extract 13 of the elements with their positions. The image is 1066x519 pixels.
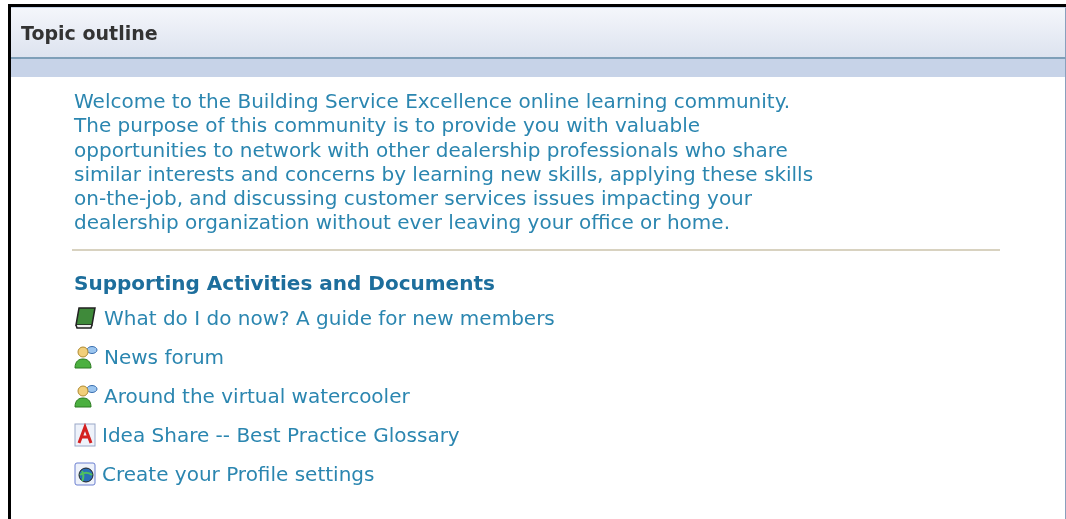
people-icon (74, 384, 98, 409)
activity-link[interactable]: Create your Profile settings (102, 462, 375, 487)
people-icon (74, 345, 98, 370)
panel-title: Topic outline (21, 21, 158, 44)
document-icon (74, 423, 96, 448)
book-icon (74, 306, 98, 331)
globe-document-icon (74, 462, 96, 487)
section-heading: Supporting Activities and Documents (74, 270, 496, 295)
activity-link[interactable]: Around the virtual watercooler (104, 384, 410, 409)
activity-link[interactable]: News forum (104, 345, 225, 370)
activity-link[interactable]: What do I do now? A guide for new members (104, 306, 555, 331)
welcome-paragraph: Welcome to the Building Service Excellence online learning community. The purpose of this community is to provide you with valuable opportunities to network with other dealership professionals who share similar interests and concerns by learning new skills, applying these skills on-the-job, and discussing customer services issues impacting your dealership organization without ever leaving your office or home. (74, 89, 815, 235)
activity-link[interactable]: Idea Share -- Best Practice Glossary (102, 423, 460, 448)
